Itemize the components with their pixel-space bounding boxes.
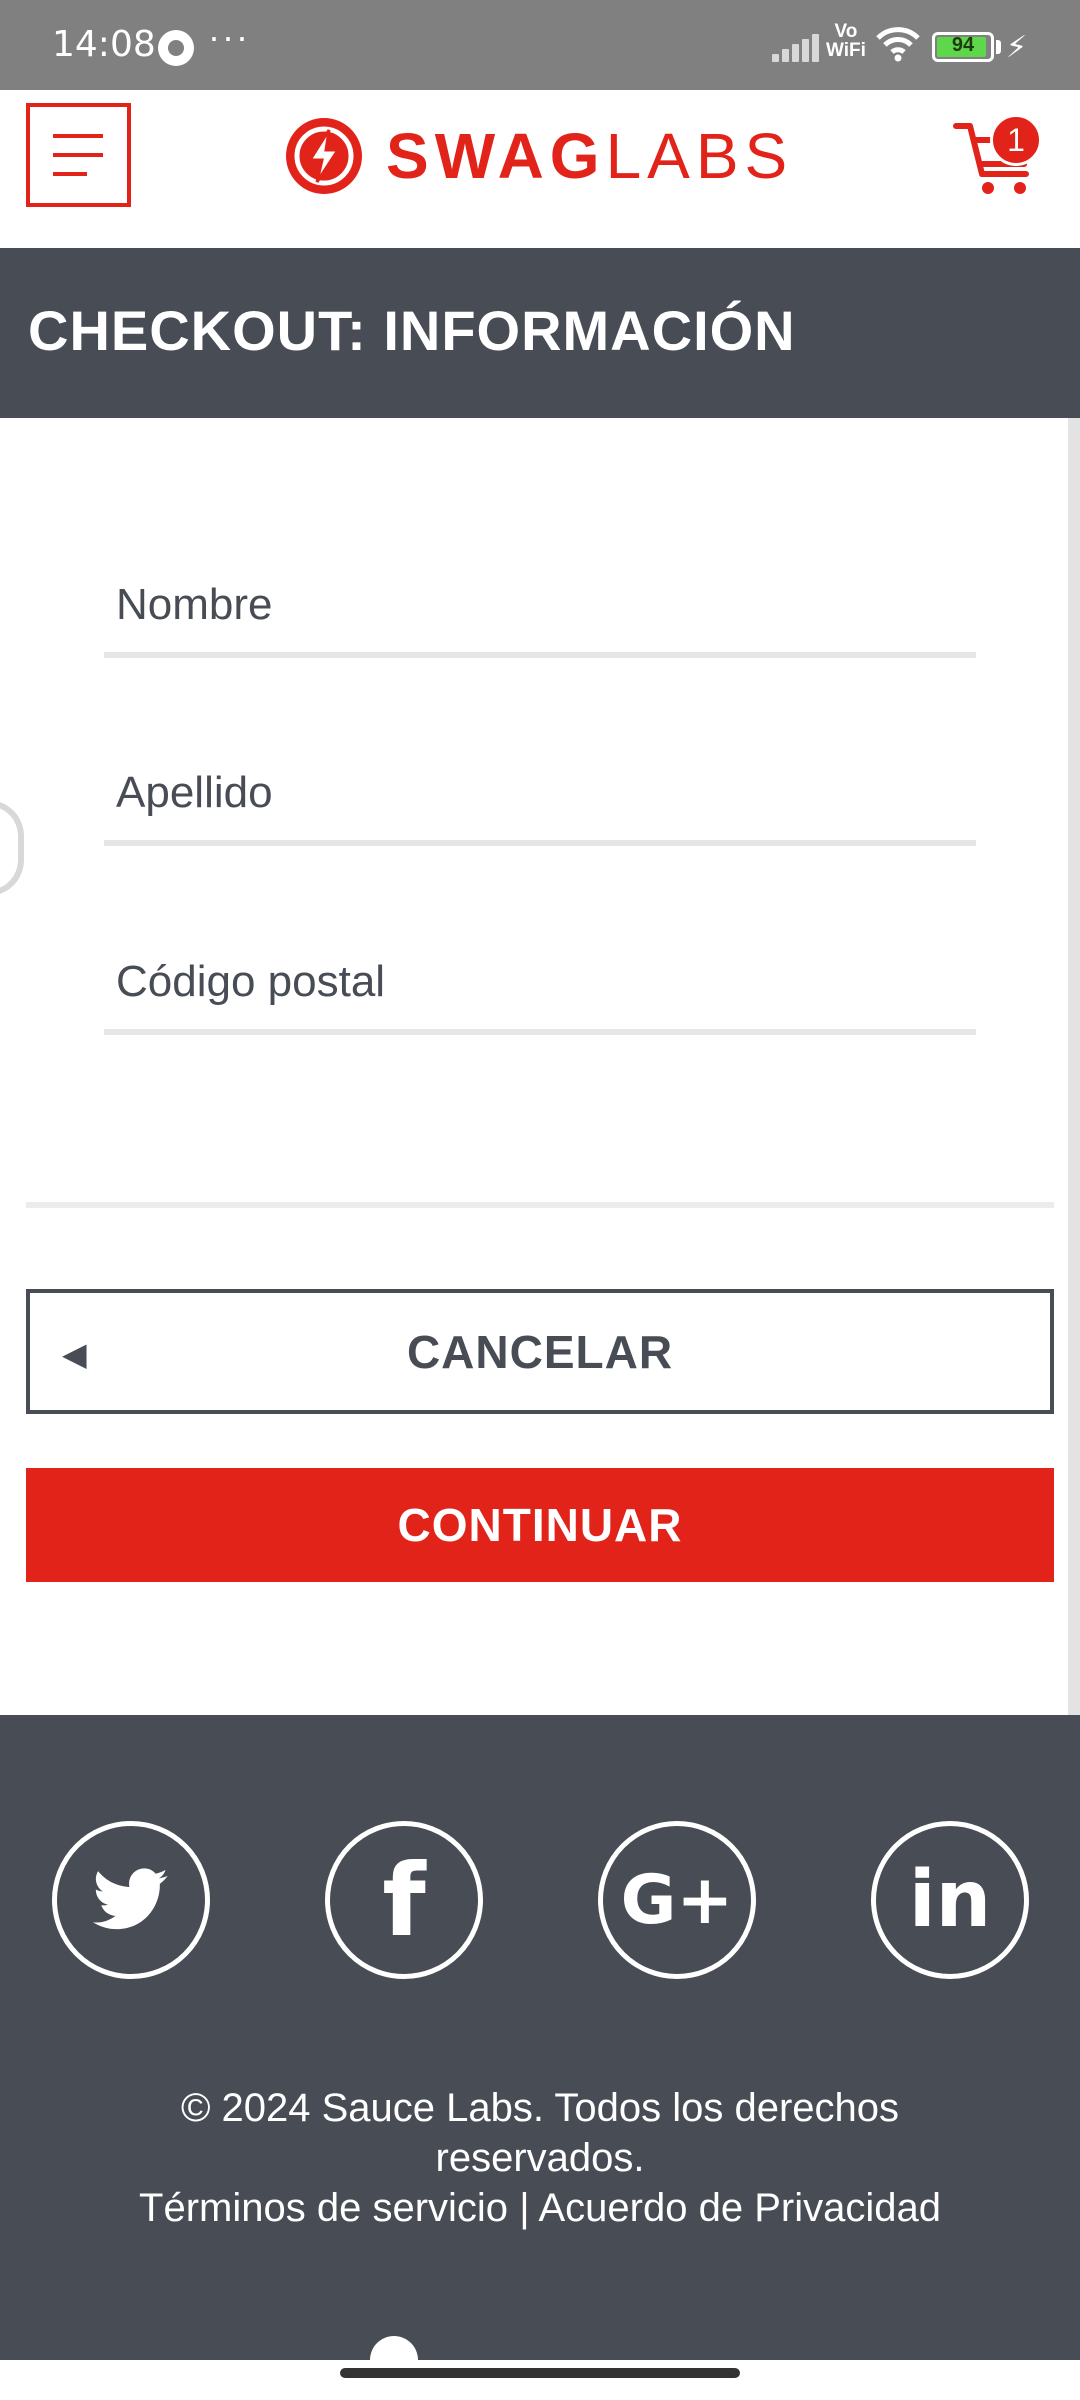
footer-links: Términos de servicio | Acuerdo de Privac… — [0, 2183, 1080, 2233]
cancel-button[interactable]: ◀ CANCELAR — [26, 1289, 1054, 1414]
postal-code-input[interactable] — [104, 957, 976, 1007]
google-plus-button[interactable]: G+ — [598, 1821, 756, 1979]
scrollbar[interactable] — [1068, 418, 1080, 1848]
links-separator: | — [519, 2186, 530, 2230]
form-divider — [26, 1202, 1054, 1208]
status-bar: 14:08 ··· Vo WiFi 94 ⚡ — [0, 0, 1080, 90]
logo-text-bold: SWAG — [386, 120, 606, 192]
continue-button[interactable]: CONTINUAR — [26, 1468, 1054, 1582]
twitter-button[interactable] — [52, 1821, 210, 1979]
privacy-link[interactable]: Acuerdo de Privacidad — [538, 2186, 940, 2230]
last-name-input[interactable] — [104, 768, 976, 818]
menu-line — [53, 153, 103, 157]
menu-line — [53, 172, 87, 176]
menu-line — [53, 134, 103, 138]
twitter-icon — [93, 1868, 168, 1930]
battery-tip — [996, 40, 1001, 54]
swag-labs-logo: SWAGLABS — [284, 116, 793, 196]
footer: f G+ in © 2024 Sauce Labs. Todos los der… — [0, 1715, 1080, 2360]
status-time: 14:08 — [52, 24, 156, 65]
postal-code-field[interactable] — [104, 925, 976, 1035]
vowifi-icon: Vo WiFi — [826, 22, 866, 60]
logo-bolt-icon — [286, 118, 362, 194]
vowifi-bottom-text: WiFi — [826, 40, 866, 61]
cancel-button-label: CANCELAR — [406, 1325, 674, 1378]
copyright-text: © 2024 Sauce Labs. Todos los derechos re… — [180, 2086, 900, 2180]
more-notifications-icon: ··· — [208, 16, 250, 57]
continue-button-label: CONTINUAR — [397, 1499, 683, 1551]
vowifi-top-text: Vo — [834, 21, 858, 42]
last-name-field[interactable] — [104, 736, 976, 846]
battery-level: 94 — [951, 34, 975, 56]
first-name-field[interactable] — [104, 548, 976, 658]
cart-count-badge: 1 — [990, 114, 1042, 166]
google-plus-icon: G+ — [620, 1860, 734, 1940]
linkedin-icon: in — [908, 1855, 992, 1945]
facebook-icon: f — [382, 1841, 426, 1959]
logo-text-light: LABS — [605, 120, 794, 192]
terms-link[interactable]: Términos de servicio — [139, 2186, 508, 2230]
navigation-bar-area — [0, 2360, 1080, 2400]
menu-button[interactable] — [26, 103, 131, 207]
sync-icon — [158, 30, 194, 66]
first-name-input[interactable] — [104, 580, 976, 630]
back-arrow-icon: ◀ — [62, 1336, 87, 1372]
home-gesture-bar[interactable] — [340, 2368, 740, 2378]
page-title-bar: CHECKOUT: INFORMACIÓN — [0, 248, 1080, 418]
app-header: SWAGLABS 1 — [0, 90, 1080, 248]
back-gesture-indicator — [0, 800, 24, 896]
linkedin-button[interactable]: in — [871, 1821, 1029, 1979]
charging-icon: ⚡ — [1006, 31, 1028, 64]
facebook-button[interactable]: f — [325, 1821, 483, 1979]
battery-icon: 94 — [932, 32, 994, 62]
wifi-icon — [876, 27, 920, 62]
signal-icon — [772, 32, 820, 62]
logo-text: SWAGLABS — [386, 116, 793, 196]
page-title: CHECKOUT: INFORMACIÓN — [28, 299, 796, 362]
